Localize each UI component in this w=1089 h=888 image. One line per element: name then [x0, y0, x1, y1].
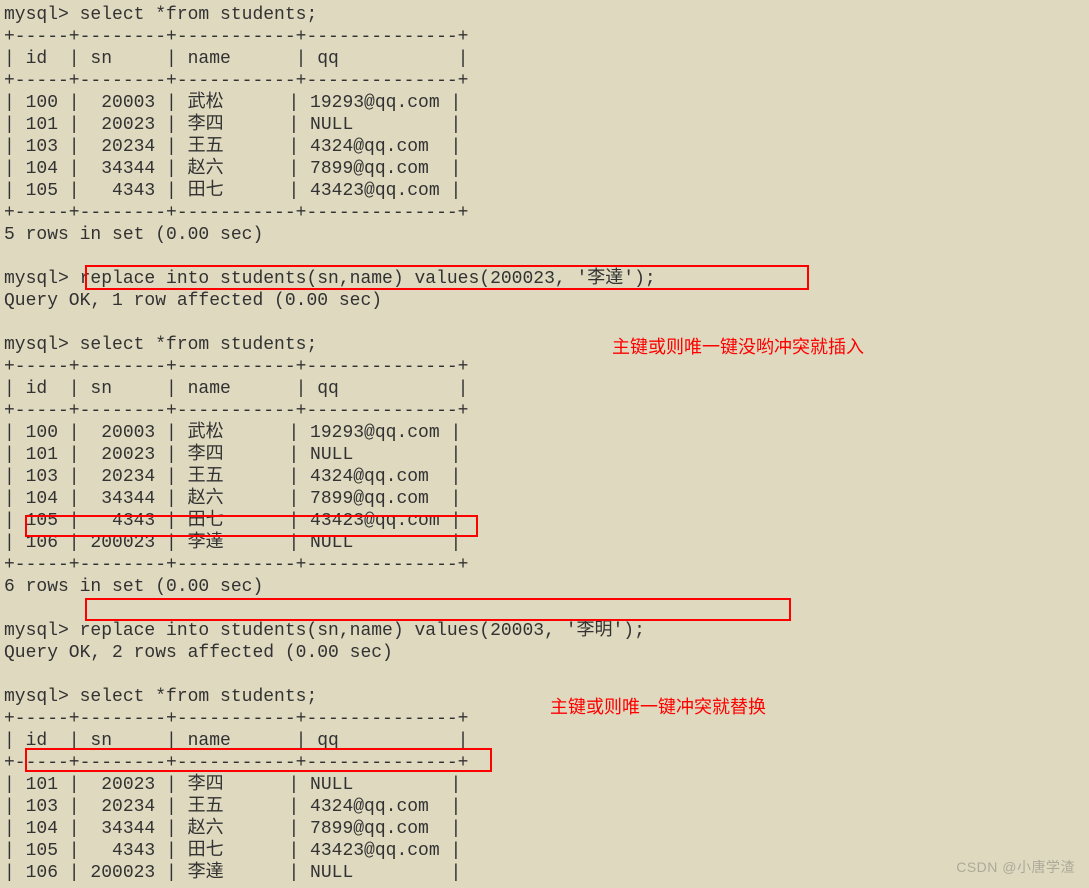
highlight-box-row101: [25, 748, 492, 772]
annotation-replace: 主键或则唯一键冲突就替换: [550, 696, 766, 718]
highlight-box-replace1: [85, 265, 809, 290]
highlight-box-row106: [25, 515, 478, 537]
annotation-insert: 主键或则唯一键没哟冲突就插入: [612, 336, 864, 358]
highlight-box-replace2: [85, 598, 791, 621]
watermark: CSDN @小唐学渣: [956, 856, 1075, 878]
terminal-output: 主键或则唯一键没哟冲突就插入 主键或则唯一键冲突就替换 mysql> selec…: [4, 4, 1085, 884]
